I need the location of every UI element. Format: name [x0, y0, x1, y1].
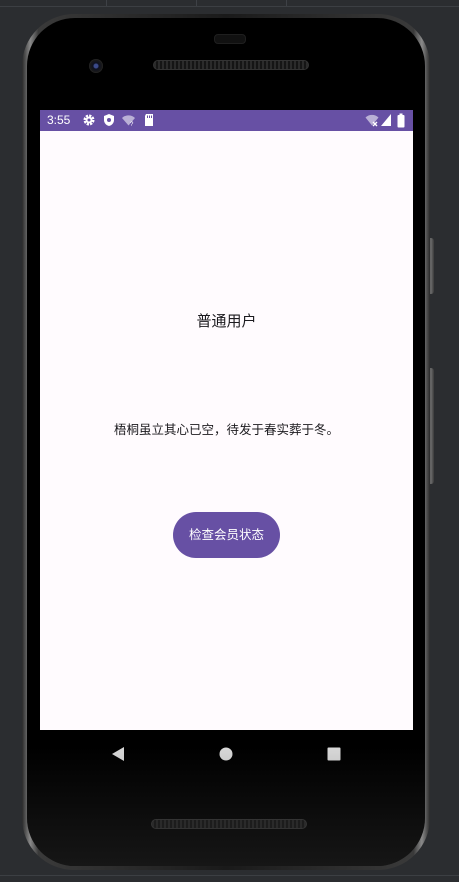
status-bar: 3:55 ? — [40, 110, 413, 131]
sd-card-icon — [145, 114, 153, 126]
home-icon[interactable] — [214, 742, 238, 766]
app-screen: 3:55 ? 普通用户 梧桐虽立其心已空，待发于春实葬于冬。 检查会员状态 — [40, 110, 413, 730]
settings-icon — [83, 114, 95, 126]
ide-toolbar-strip — [0, 0, 459, 7]
bottom-speaker — [151, 819, 307, 829]
back-icon[interactable] — [106, 742, 130, 766]
top-speaker — [153, 60, 309, 70]
front-camera — [89, 59, 103, 73]
status-time: 3:55 — [47, 113, 71, 127]
wifi-question-icon: ? — [122, 115, 135, 127]
shield-icon — [104, 114, 114, 126]
wifi-icon — [365, 114, 379, 127]
earpiece-slot — [214, 34, 246, 44]
svg-text:?: ? — [130, 122, 134, 127]
quote-text: 梧桐虽立其心已空，待发于春实葬于冬。 — [113, 422, 339, 437]
battery-icon — [397, 113, 405, 128]
user-type-label: 普通用户 — [196, 312, 257, 330]
navigation-bar — [40, 730, 413, 778]
recents-icon[interactable] — [322, 742, 346, 766]
signal-icon — [381, 114, 391, 126]
ide-status-strip — [0, 875, 459, 882]
device-bezel: 3:55 ? 普通用户 梧桐虽立其心已空，待发于春实葬于冬。 检查会员状态 — [27, 18, 425, 866]
check-membership-button[interactable]: 检查会员状态 — [173, 512, 280, 558]
device-frame: 3:55 ? 普通用户 梧桐虽立其心已空，待发于春实葬于冬。 检查会员状态 — [22, 14, 430, 870]
